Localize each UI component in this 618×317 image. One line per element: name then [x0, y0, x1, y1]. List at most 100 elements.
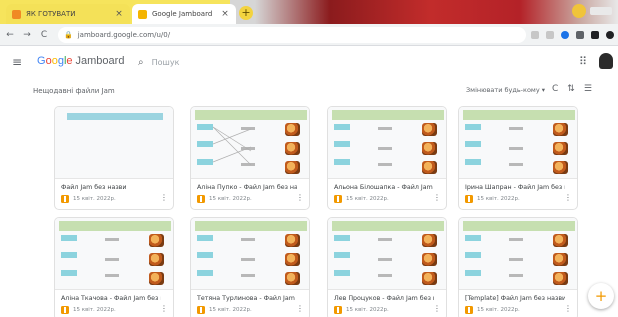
jamboard-file-icon [334, 195, 342, 203]
more-options-icon[interactable]: ⋮ [564, 304, 572, 313]
address-bar[interactable]: 🔒 jamboard.google.com/u/0/ [58, 27, 526, 43]
puzzle-icon[interactable] [576, 31, 584, 39]
jamboard-file-icon [465, 306, 473, 314]
new-tab-button[interactable]: + [239, 6, 253, 20]
card-title: Ірина Шапран - Файл Jam без н... [465, 184, 565, 191]
avatar[interactable] [599, 53, 613, 69]
food-image [553, 234, 568, 247]
sticky-note [334, 252, 350, 258]
text-line [509, 238, 523, 241]
sticky-note [61, 270, 77, 276]
sticky-note [465, 141, 481, 147]
jam-thumbnail [459, 218, 577, 290]
connector-line [212, 126, 252, 152]
more-options-icon[interactable]: ⋮ [433, 193, 441, 202]
sticky-note [465, 252, 481, 258]
food-image [422, 123, 437, 136]
card-title: Альона Білошапка - Файл Jam б... [334, 184, 434, 191]
card-date: 15 квіт. 2022р. [209, 196, 252, 202]
search-input[interactable]: Пошук [152, 58, 180, 67]
card-title: Аліна Ткачова - Файл Jam без н... [61, 295, 161, 302]
connector-line [212, 128, 252, 145]
sort-az-icon[interactable]: ⇅ [567, 84, 575, 94]
tab-close-icon[interactable]: × [220, 9, 230, 19]
food-image [149, 253, 164, 266]
more-options-icon[interactable]: ⋮ [160, 304, 168, 313]
jam-file-card[interactable]: [Template] Файл Jam без назви 15 квіт. 20… [458, 217, 578, 317]
card-title: Лев Процуков - Файл Jam без н... [334, 295, 434, 302]
sticky-note [465, 235, 481, 241]
text-line [378, 163, 392, 166]
jam-file-card[interactable]: Аліна Пупко - Файл Jam без наз... 15 квіт… [190, 106, 310, 210]
more-options-icon[interactable]: ⋮ [296, 304, 304, 313]
translate-icon[interactable] [531, 31, 539, 39]
window-buttons[interactable] [590, 7, 612, 15]
logo-letter: e [66, 55, 73, 67]
food-image [553, 142, 568, 155]
browser-tab-strip: ЯК ГОТУВАТИ × Google Jamboard × + [0, 0, 618, 24]
bookmark-icon[interactable] [591, 31, 599, 39]
jam-file-card[interactable]: Лев Процуков - Файл Jam без н... 15 квіт.… [327, 217, 447, 317]
sticky-note [61, 252, 77, 258]
card-meta: 15 квіт. 2022р. [465, 306, 520, 314]
menu-icon[interactable]: ≡ [12, 55, 22, 69]
jamboard-logo[interactable]: Google Jamboard [37, 55, 124, 67]
forward-icon[interactable]: → [20, 30, 34, 40]
text-line [378, 258, 392, 261]
text-line [509, 163, 523, 166]
card-date: 15 квіт. 2022р. [209, 307, 252, 313]
food-image [422, 142, 437, 155]
address-url: jamboard.google.com/u/0/ [77, 31, 171, 39]
card-date: 15 квіт. 2022р. [73, 196, 116, 202]
more-options-icon[interactable]: ⋮ [160, 193, 168, 202]
thumbnail-banner [463, 221, 575, 231]
browser-tab-2[interactable]: Google Jamboard × [132, 4, 236, 24]
search-bar[interactable]: ⌕ Пошук [138, 53, 388, 71]
text-line [509, 258, 523, 261]
text-line [378, 127, 392, 130]
jam-file-card[interactable]: Аліна Ткачова - Файл Jam без н... 15 квіт… [54, 217, 174, 317]
more-options-icon[interactable]: ⋮ [564, 193, 572, 202]
zoom-icon[interactable] [546, 31, 554, 39]
tab-2-label: Google Jamboard [152, 10, 213, 18]
card-meta: 15 квіт. 2022р. [197, 195, 252, 203]
reload-icon[interactable]: C [37, 30, 51, 40]
section-title: Нещодавні файли Jam [33, 87, 115, 95]
jam-thumbnail [328, 218, 446, 290]
thumbnail-banner [332, 221, 444, 231]
card-date: 15 квіт. 2022р. [73, 307, 116, 313]
food-image [422, 253, 437, 266]
jam-thumbnail [328, 107, 446, 179]
back-icon[interactable]: ← [3, 30, 17, 40]
sticky-note [465, 124, 481, 130]
profile-dot-icon[interactable] [572, 4, 586, 18]
jamboard-file-icon [61, 195, 69, 203]
sort-direction-icon[interactable]: C [552, 84, 558, 94]
jam-file-card[interactable]: Тетяна Турлинова - Файл Jam б... 15 квіт.… [190, 217, 310, 317]
text-line [509, 147, 523, 150]
sticky-note [334, 235, 350, 241]
list-view-icon[interactable]: ☰ [584, 84, 592, 94]
thumbnail-banner [67, 113, 163, 120]
sticky-note [197, 235, 213, 241]
thumbnail-banner [332, 110, 444, 120]
new-jam-button[interactable]: + [588, 283, 614, 309]
food-image [422, 234, 437, 247]
search-icon[interactable]: ⌕ [138, 57, 144, 68]
browser-toolbar: ← → C 🔒 jamboard.google.com/u/0/ [0, 24, 618, 46]
text-line [378, 274, 392, 277]
jamboard-file-icon [61, 306, 69, 314]
apps-grid-icon[interactable]: ⠿ [579, 55, 587, 68]
jam-file-card[interactable]: Ірина Шапран - Файл Jam без н... 15 квіт.… [458, 106, 578, 210]
profile-icon[interactable] [606, 31, 614, 39]
extension-icon[interactable] [561, 31, 569, 39]
jam-file-card[interactable]: Файл Jam без назви 15 квіт. 2022р. ⋮ [54, 106, 174, 210]
tab-close-icon[interactable]: × [114, 9, 124, 19]
browser-tab-1[interactable]: ЯК ГОТУВАТИ × [6, 4, 130, 24]
view-controls: C ⇅ ☰ [552, 84, 592, 94]
sort-dropdown[interactable]: Змінювати будь-кому ▾ [466, 86, 545, 94]
more-options-icon[interactable]: ⋮ [433, 304, 441, 313]
thumbnail-banner [463, 110, 575, 120]
more-options-icon[interactable]: ⋮ [296, 193, 304, 202]
jam-file-card[interactable]: Альона Білошапка - Файл Jam б... 15 квіт.… [327, 106, 447, 210]
